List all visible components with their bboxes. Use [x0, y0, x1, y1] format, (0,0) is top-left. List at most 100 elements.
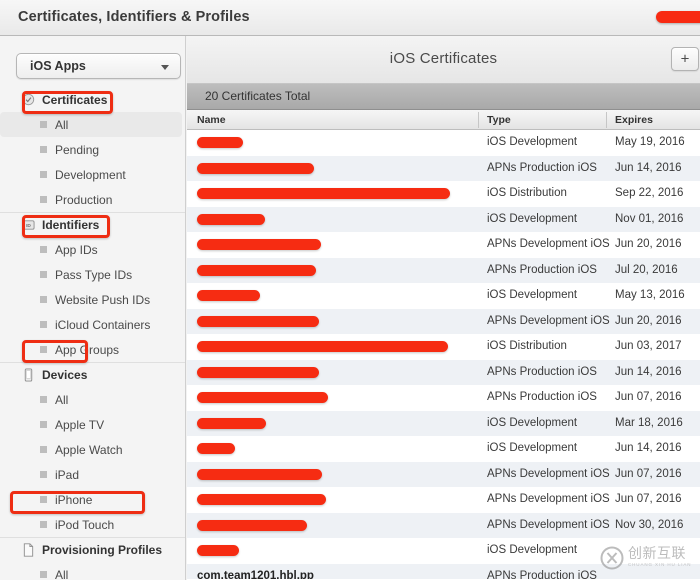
redaction-bar [197, 417, 266, 429]
sidebar-group-title: Identifiers [42, 218, 100, 232]
main-header: iOS Certificates + [187, 36, 700, 84]
table-row[interactable]: APNs Production iOS Jun 14, 2016 [187, 359, 700, 385]
bullet-square-icon [40, 446, 47, 453]
sidebar-group-header-devices[interactable]: Devices [0, 362, 185, 387]
cell-expires: Jun 20, 2016 [615, 238, 682, 250]
sidebar-item-ipod-touch[interactable]: iPod Touch [0, 512, 185, 537]
cell-expires: Jul 20, 2016 [615, 263, 678, 276]
table-row[interactable]: iOS Development Mar 18, 2016 [187, 410, 700, 436]
app-type-select[interactable]: iOS Apps [16, 53, 181, 79]
sidebar-item-label: iCloud Containers [55, 317, 151, 332]
sidebar-item-label: Pending [55, 142, 100, 157]
cell-type: iOS Development [487, 212, 578, 225]
redaction-bar [197, 519, 307, 531]
bullet-square-icon [40, 471, 47, 478]
table-row[interactable]: com.team1201.hbl.pp APNs Production iOS [187, 563, 700, 579]
column-header-expires[interactable]: Expires [615, 114, 653, 126]
sidebar-group-header-certificates[interactable]: Certificates [0, 88, 185, 112]
bullet-square-icon [40, 296, 47, 303]
bullet-square-icon [40, 571, 47, 578]
redaction-bar [197, 494, 326, 505]
cell-expires: Jun 07, 2016 [615, 493, 682, 505]
sidebar-group-header-identifiers[interactable]: ID Identifiers [0, 212, 185, 237]
table-row[interactable]: iOS Development Nov 01, 2016 [187, 206, 700, 232]
table-row[interactable]: APNs Production iOS Jul 20, 2016 [187, 257, 700, 283]
sidebar-group-header-provisioning-profiles[interactable]: Provisioning Profiles [0, 537, 185, 562]
cell-type: iOS Development [487, 544, 578, 556]
cell-type: iOS Distribution [487, 187, 567, 199]
table-row[interactable]: APNs Development iOS Jun 20, 2016 [187, 232, 700, 258]
sidebar-item-label: iPhone [55, 492, 93, 507]
cell-expires: Mar 18, 2016 [615, 416, 683, 429]
certificates-table-body: iOS Development May 19, 2016 APNs Producti… [187, 130, 700, 579]
redaction-bar [197, 162, 314, 174]
cell-expires: Sep 22, 2016 [615, 187, 684, 199]
sidebar-item-all[interactable]: All [0, 112, 182, 137]
redaction-bar [197, 264, 316, 276]
window-title-bar: Certificates, Identifiers & Profiles [0, 0, 700, 36]
page-title: Certificates, Identifiers & Profiles [18, 9, 250, 25]
table-row[interactable]: APNs Development iOS Nov 30, 2016 [187, 512, 700, 538]
sidebar-item-icloud-containers[interactable]: iCloud Containers [0, 312, 185, 337]
cell-type: APNs Production iOS [487, 365, 597, 378]
sidebar-item-apple-tv[interactable]: Apple TV [0, 412, 185, 437]
certificate-count-label: 20 Certificates Total [205, 89, 311, 103]
table-row[interactable]: APNs Production iOS Jun 14, 2016 [187, 155, 700, 181]
table-header-row: Name Type Expires [187, 110, 700, 130]
cell-expires: Nov 01, 2016 [615, 212, 684, 225]
sidebar-item-label: All [55, 117, 69, 132]
sidebar-item-label: Apple TV [55, 417, 105, 432]
title-redaction-bar [656, 11, 700, 23]
bullet-square-icon [40, 421, 47, 428]
table-row[interactable]: iOS Development May 13, 2016 [187, 283, 700, 309]
cell-expires: Jun 07, 2016 [615, 467, 682, 480]
sidebar-group-title: Certificates [42, 93, 108, 107]
column-header-name[interactable]: Name [197, 114, 226, 126]
bullet-square-icon [40, 271, 47, 278]
sidebar-item-label: Development [55, 167, 126, 182]
bullet-square-icon [40, 496, 47, 503]
cell-type: APNs Development iOS [487, 238, 610, 250]
certificate-count-bar: 20 Certificates Total [187, 84, 700, 110]
sidebar-item-label: Apple Watch [55, 442, 123, 457]
add-certificate-button[interactable]: + [671, 47, 699, 71]
sidebar-item-pending[interactable]: Pending [0, 137, 185, 162]
table-row[interactable]: iOS Development Jun 14, 2016 [187, 436, 700, 462]
redaction-bar [197, 392, 328, 403]
redaction-bar [197, 137, 243, 148]
sidebar-item-iphone[interactable]: iPhone [0, 487, 185, 512]
sidebar-item-pass-type-ids[interactable]: Pass Type IDs [0, 262, 185, 287]
table-row[interactable]: iOS Development May 19, 2016 [187, 130, 700, 156]
certificate-badge-icon [22, 93, 35, 106]
redaction-bar [197, 341, 448, 352]
sidebar-item-label: iPod Touch [55, 517, 115, 532]
sidebar-item-development[interactable]: Development [0, 162, 185, 187]
cell-expires: May 13, 2016 [615, 289, 685, 301]
column-divider-2 [606, 112, 607, 128]
sidebar-item-app-ids[interactable]: App IDs [0, 237, 185, 262]
redaction-bar [197, 188, 450, 199]
bullet-square-icon [40, 121, 47, 128]
document-page-icon [23, 543, 34, 557]
bullet-square-icon [40, 346, 47, 353]
column-header-type[interactable]: Type [487, 114, 511, 126]
sidebar-item-all[interactable]: All [0, 562, 185, 580]
table-row[interactable]: APNs Production iOS Jun 07, 2016 [187, 385, 700, 411]
sidebar-item-apple-watch[interactable]: Apple Watch [0, 437, 185, 462]
redaction-bar [197, 239, 321, 250]
table-row[interactable]: APNs Development iOS Jun 07, 2016 [187, 487, 700, 513]
table-row[interactable]: iOS Distribution Sep 22, 2016 [187, 181, 700, 207]
sidebar-item-label: App IDs [55, 242, 98, 257]
table-row[interactable]: iOS Distribution Jun 03, 2017 [187, 334, 700, 360]
sidebar-item-app-groups[interactable]: App Groups [0, 337, 185, 362]
redaction-bar [197, 290, 260, 301]
sidebar-item-website-push-ids[interactable]: Website Push IDs [0, 287, 185, 312]
table-row[interactable]: APNs Development iOS Jun 20, 2016 [187, 308, 700, 334]
sidebar-item-production[interactable]: Production [0, 187, 185, 212]
table-row[interactable]: APNs Development iOS Jun 07, 2016 [187, 461, 700, 487]
table-row[interactable]: iOS Development [187, 538, 700, 564]
sidebar-item-all[interactable]: All [0, 387, 185, 412]
sidebar-item-label: All [55, 567, 69, 580]
sidebar-item-ipad[interactable]: iPad [0, 462, 185, 487]
plus-icon: + [680, 50, 690, 68]
